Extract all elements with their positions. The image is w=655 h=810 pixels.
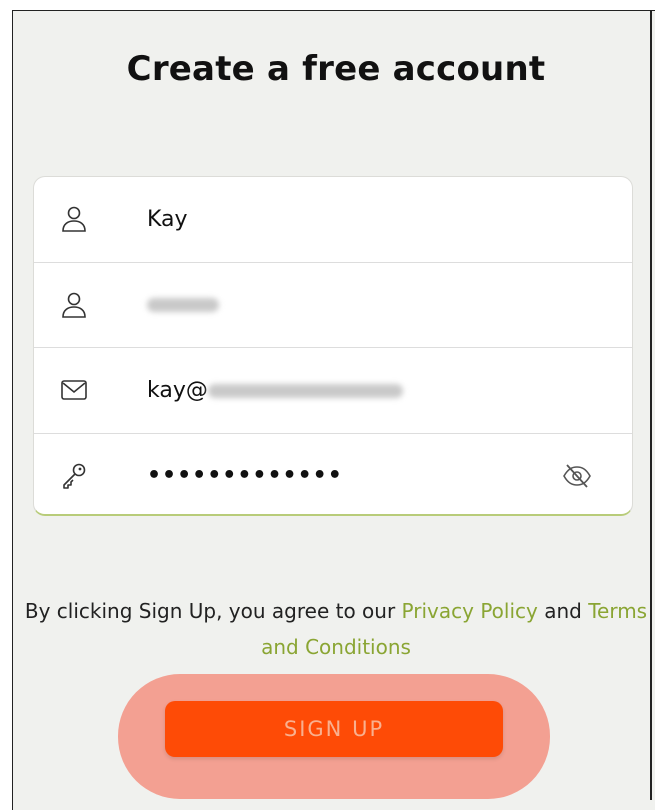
email-field[interactable]: kay@ bbox=[34, 348, 632, 434]
eye-off-icon[interactable] bbox=[562, 462, 592, 490]
user-icon bbox=[60, 205, 88, 233]
redacted-text bbox=[207, 383, 403, 398]
signup-screen: Create a free account Kay kay@ •••••••••… bbox=[12, 10, 655, 810]
sign-up-button[interactable]: SIGN UP bbox=[165, 701, 503, 757]
privacy-policy-link[interactable]: Privacy Policy bbox=[402, 599, 538, 623]
first-name-value: Kay bbox=[147, 206, 188, 232]
signup-form: Kay kay@ ••••••••••••• bbox=[33, 176, 633, 516]
page-title: Create a free account bbox=[126, 49, 546, 89]
redacted-text bbox=[147, 298, 219, 313]
terms-consent-text: By clicking Sign Up, you agree to our Pr… bbox=[13, 593, 655, 665]
email-prefix: kay@ bbox=[147, 377, 208, 403]
password-field[interactable]: ••••••••••••• bbox=[34, 434, 632, 515]
frame-border bbox=[650, 10, 652, 800]
consent-prefix: By clicking Sign Up, you agree to our bbox=[24, 599, 402, 623]
last-name-value bbox=[147, 292, 219, 317]
password-value: ••••••••••••• bbox=[147, 463, 343, 489]
first-name-field[interactable]: Kay bbox=[34, 177, 632, 263]
user-icon bbox=[60, 291, 88, 319]
mail-icon bbox=[60, 376, 88, 404]
email-value: kay@ bbox=[147, 378, 403, 403]
last-name-field[interactable] bbox=[34, 263, 632, 348]
key-icon bbox=[60, 462, 88, 490]
consent-conjunction: and bbox=[537, 599, 589, 623]
